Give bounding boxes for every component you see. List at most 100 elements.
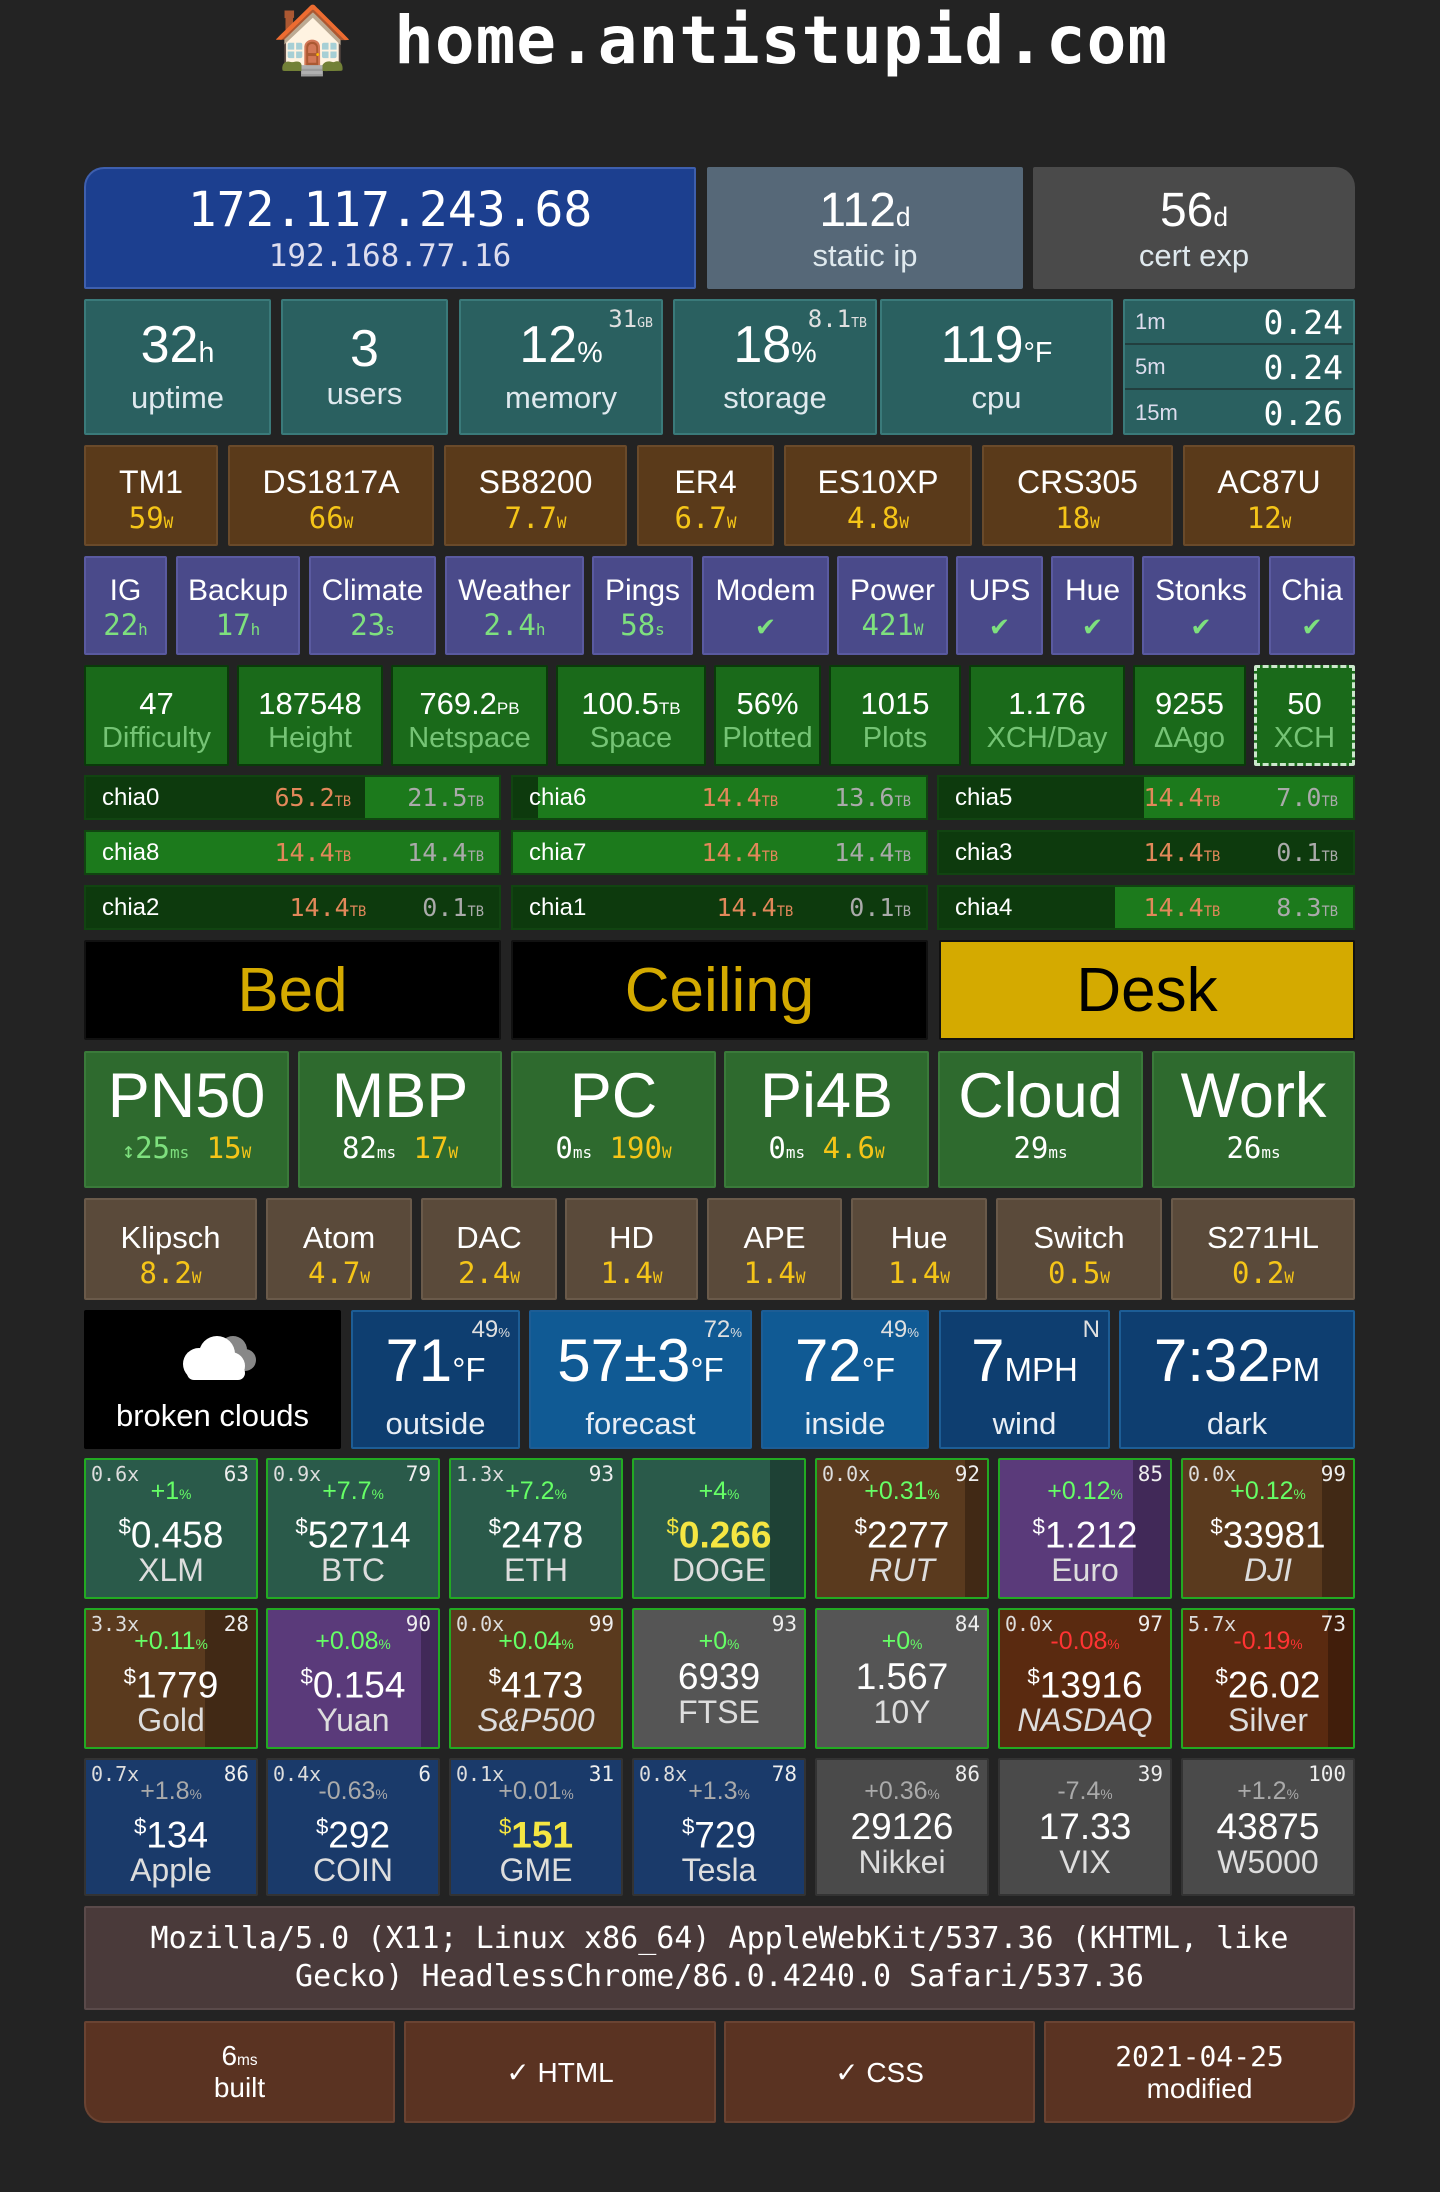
av-power-klipsch[interactable]: Klipsch 8.2W	[84, 1198, 257, 1300]
power-tile-er4[interactable]: ER4 6.7W	[637, 445, 774, 546]
av-power-hd[interactable]: HD 1.4W	[565, 1198, 698, 1300]
watts-unit: W	[191, 1268, 202, 1287]
health-check-climate[interactable]: Climate 23s	[309, 556, 436, 655]
price: $13916	[1027, 1658, 1142, 1704]
health-check-backup[interactable]: Backup 17h	[176, 556, 300, 655]
chia-stat-plotted[interactable]: 56% Plotted	[714, 665, 821, 766]
stonk-apple[interactable]: 0.7x 86 +1.8% $134 Apple	[84, 1758, 258, 1896]
chia-drive-chia0[interactable]: chia0 65.2TB 21.5TB	[84, 775, 501, 820]
health-check-ups[interactable]: UPS ✔	[956, 556, 1043, 655]
health-check-hue[interactable]: Hue ✔	[1051, 556, 1134, 655]
check-age: 58	[620, 607, 656, 642]
public-ip-tile[interactable]: 172.117.243.68 192.168.77.16	[84, 167, 696, 289]
stonk-nasdaq[interactable]: 0.0x 97 -0.08% $13916 NASDAQ	[998, 1608, 1172, 1749]
chia-drive-chia7[interactable]: chia7 14.4TB 14.4TB	[511, 830, 928, 875]
stonk-vix[interactable]: 39 -7.4% 17.33 VIX	[998, 1758, 1172, 1896]
weather-forecast[interactable]: 72% 57±3°F forecast	[529, 1310, 752, 1449]
chia-stat-space[interactable]: 100.5TB Space	[556, 665, 706, 766]
stonk-silver[interactable]: 5.7x 73 -0.19% $26.02 Silver	[1181, 1608, 1355, 1749]
av-power-ape[interactable]: APE 1.4W	[707, 1198, 842, 1300]
check-age: 23	[350, 607, 386, 642]
static-ip-tile[interactable]: 112d static ip	[707, 167, 1023, 289]
chia-drive-chia5[interactable]: chia5 14.4TB 7.0TB	[937, 775, 1355, 820]
light-toggle-desk[interactable]: Desk	[939, 940, 1355, 1040]
cap-unit: TB	[1203, 904, 1221, 920]
uptime-tile[interactable]: 32h uptime	[84, 299, 271, 435]
power-tile-es10xp[interactable]: ES10XP 4.8W	[784, 445, 972, 546]
health-check-weather[interactable]: Weather 2.4h	[445, 556, 584, 655]
power-tile-ds1817a[interactable]: DS1817A 66W	[228, 445, 434, 546]
weather-outside[interactable]: 49% 71°F outside	[351, 1310, 520, 1449]
chia-drive-chia3[interactable]: chia3 14.4TB 0.1TB	[937, 830, 1355, 875]
health-check-pings[interactable]: Pings 58s	[592, 556, 693, 655]
weather-wind[interactable]: N 7MPH wind	[939, 1310, 1110, 1449]
av-power-switch[interactable]: Switch 0.5W	[996, 1198, 1162, 1300]
chia-stat-plots[interactable]: 1015 Plots	[829, 665, 961, 766]
weather-inside[interactable]: 49% 72°F inside	[761, 1310, 929, 1449]
storage-tile[interactable]: 8.1TB 18% storage	[673, 299, 877, 435]
ticker: Nikkei	[858, 1844, 946, 1880]
stonk-coin[interactable]: 0.4x 6 -0.63% $292 COIN	[266, 1758, 440, 1896]
stonk-doge[interactable]: +4% $0.266 DOGE	[632, 1458, 806, 1599]
stonk-rut[interactable]: 0.0x 92 +0.31% $2277 RUT	[815, 1458, 989, 1599]
stonk-s-p500[interactable]: 0.0x 99 +0.04% $4173 S&P500	[449, 1608, 623, 1749]
stonk-nikkei[interactable]: 86 +0.36% 29126 Nikkei	[815, 1758, 989, 1896]
css-valid-link[interactable]: ✓ CSS	[724, 2021, 1035, 2123]
chia-stat-netspace[interactable]: 769.2PB Netspace	[391, 665, 548, 766]
memory-tile[interactable]: 31GB 12% memory	[459, 299, 663, 435]
av-power-s271hl[interactable]: S271HL 0.2W	[1171, 1198, 1355, 1300]
cert-exp-tile[interactable]: 56d cert exp	[1033, 167, 1355, 289]
stonk-ftse[interactable]: 93 +0% 6939 FTSE	[632, 1608, 806, 1749]
stonk-w5000[interactable]: 100 +1.2% 43875 W5000	[1181, 1758, 1355, 1896]
chia-stat-height[interactable]: 187548 Height	[237, 665, 383, 766]
health-check-modem[interactable]: Modem ✔	[702, 556, 829, 655]
stonk-eth[interactable]: 1.3x 93 +7.2% $2478 ETH	[449, 1458, 623, 1599]
stonk-yuan[interactable]: 90 +0.08% $0.154 Yuan	[266, 1608, 440, 1749]
cpu-temp-tile[interactable]: 119°F cpu	[880, 299, 1113, 435]
stonk-btc[interactable]: 0.9x 79 +7.7% $52714 BTC	[266, 1458, 440, 1599]
device-tile-pc[interactable]: PC 0ms 190W	[511, 1051, 716, 1188]
chia-drive-chia4[interactable]: chia4 14.4TB 8.3TB	[937, 885, 1355, 930]
stonk-gme[interactable]: 0.1x 31 +0.01% $151 GME	[449, 1758, 623, 1896]
stonk-euro[interactable]: 85 +0.12% $1.212 Euro	[998, 1458, 1172, 1599]
chia-drive-chia6[interactable]: chia6 14.4TB 13.6TB	[511, 775, 928, 820]
power-tile-sb8200[interactable]: SB8200 7.7W	[444, 445, 627, 546]
chia-stat-difficulty[interactable]: 47 Difficulty	[84, 665, 229, 766]
light-toggle-ceiling[interactable]: Ceiling	[511, 940, 928, 1040]
stat-label: Space	[589, 722, 673, 754]
modified-date-tile: 2021-04-25 modified	[1044, 2021, 1355, 2123]
device-tile-pi4b[interactable]: Pi4B 0ms 4.6W	[724, 1051, 929, 1188]
html-valid-link[interactable]: ✓ HTML	[404, 2021, 716, 2123]
stonk-gold[interactable]: 3.3x 28 +0.11% $1779 Gold	[84, 1608, 258, 1749]
stonk-body: +0.04% $4173 S&P500	[451, 1610, 621, 1736]
av-power-atom[interactable]: Atom 4.7W	[266, 1198, 412, 1300]
users-tile[interactable]: 3 users	[281, 299, 448, 435]
light-toggle-bed[interactable]: Bed	[84, 940, 501, 1040]
stonk-10y[interactable]: 84 +0% 1.567 10Y	[815, 1608, 989, 1749]
chia-stat-xch[interactable]: 50 XCH	[1254, 665, 1355, 766]
health-check-power[interactable]: Power 421W	[837, 556, 948, 655]
chia-drive-chia2[interactable]: chia2 14.4TB 0.1TB	[84, 885, 501, 930]
health-check-ig[interactable]: IG 22h	[84, 556, 167, 655]
power-tile-crs305[interactable]: CRS305 18W	[982, 445, 1173, 546]
change-value: +7.2	[505, 1477, 555, 1505]
chia-drive-chia1[interactable]: chia1 14.4TB 0.1TB	[511, 885, 928, 930]
av-power-dac[interactable]: DAC 2.4W	[421, 1198, 557, 1300]
power-tile-tm1[interactable]: TM1 59W	[84, 445, 218, 546]
chia-stat-ago[interactable]: 9255 ΔAgo	[1133, 665, 1246, 766]
stonk-xlm[interactable]: 0.6x 63 +1% $0.458 XLM	[84, 1458, 258, 1599]
chia-stat-xch-day[interactable]: 1.176 XCH/Day	[969, 665, 1125, 766]
load-average-tile[interactable]: 1m 0.24 5m 0.24 15m 0.26	[1123, 299, 1355, 435]
power-tile-ac87u[interactable]: AC87U 12W	[1183, 445, 1355, 546]
device-tile-work[interactable]: Work 26ms	[1152, 1051, 1355, 1188]
device-tile-mbp[interactable]: MBP 82ms 17W	[298, 1051, 502, 1188]
av-power-hue[interactable]: Hue 1.4W	[851, 1198, 987, 1300]
device-tile-cloud[interactable]: Cloud 29ms	[938, 1051, 1143, 1188]
device-tile-pn50[interactable]: PN50 ↕25ms 15W	[84, 1051, 289, 1188]
stonk-dji[interactable]: 0.0x 99 +0.12% $33981 DJI	[1181, 1458, 1355, 1599]
stonk-tesla[interactable]: 0.8x 78 +1.3% $729 Tesla	[632, 1758, 806, 1896]
chia-drive-chia8[interactable]: chia8 14.4TB 14.4TB	[84, 830, 501, 875]
health-check-stonks[interactable]: Stonks ✔	[1142, 556, 1260, 655]
health-check-chia[interactable]: Chia ✔	[1269, 556, 1355, 655]
weather-time[interactable]: 7:32PM dark	[1119, 1310, 1355, 1449]
